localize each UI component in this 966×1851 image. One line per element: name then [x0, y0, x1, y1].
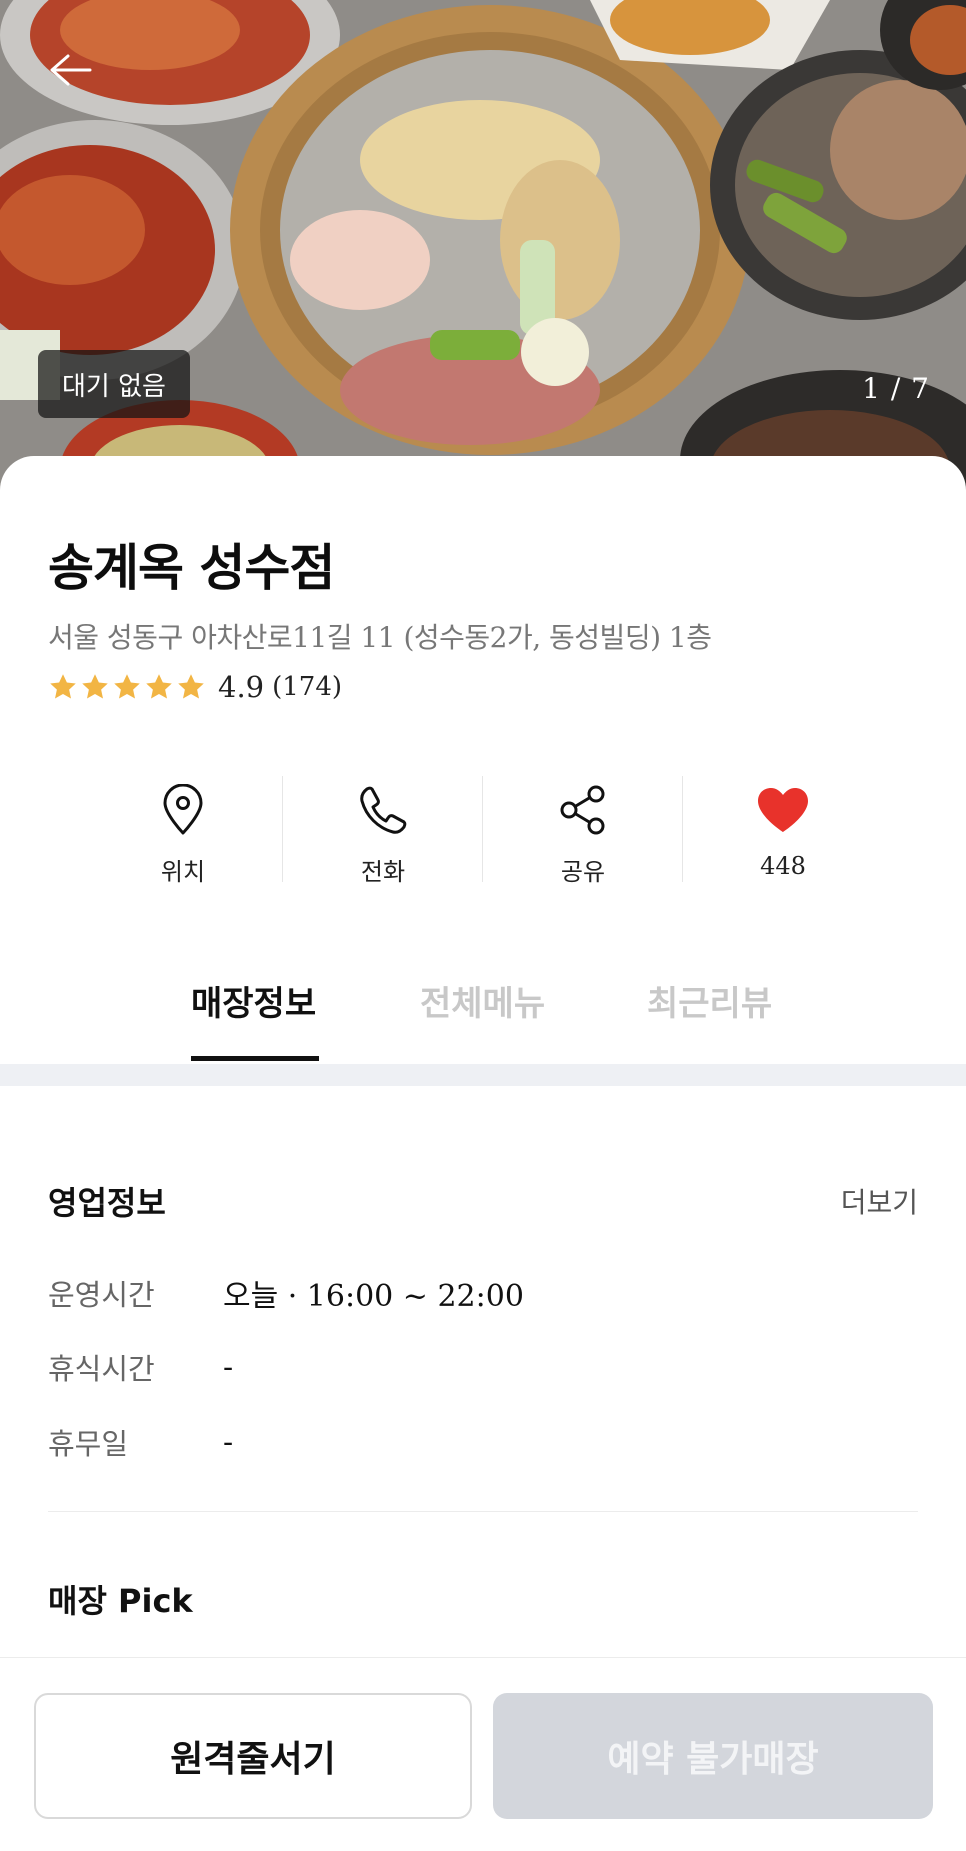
star-icon — [114, 674, 140, 699]
store-name: 송계옥 성수점 — [48, 539, 335, 597]
tab-bar: 매장정보 전체메뉴 최근리뷰 — [0, 976, 966, 1064]
location-label: 위치 — [160, 858, 206, 886]
store-pick-title: 매장 Pick — [48, 1582, 193, 1620]
call-button[interactable]: 전화 — [283, 776, 483, 896]
business-info-title: 영업정보 — [48, 1184, 166, 1222]
info-row-closed-days: 휴무일 - — [48, 1421, 233, 1463]
tab-store-info[interactable]: 매장정보 — [191, 976, 316, 1064]
location-pin-icon — [163, 784, 203, 835]
review-count: (174) — [272, 672, 343, 702]
info-row-break: 휴식시간 - — [48, 1346, 233, 1388]
location-button[interactable]: 위치 — [83, 776, 283, 896]
more-link[interactable]: 더보기 — [841, 1181, 918, 1221]
star-icon — [178, 674, 204, 699]
section-divider — [0, 1064, 966, 1086]
store-detail-sheet: 송계옥 성수점 서울 성동구 아차산로11길 11 (성수동2가, 동성빌딩) … — [0, 456, 966, 1851]
share-icon — [560, 785, 605, 835]
phone-icon — [360, 786, 407, 834]
photo-page-counter: 1 / 7 — [862, 372, 930, 405]
reservation-unavailable-button: 예약 불가매장 — [493, 1693, 933, 1819]
divider-line — [48, 1511, 918, 1512]
info-key: 운영시간 — [48, 1278, 155, 1312]
back-button[interactable] — [40, 40, 100, 100]
rating-score: 4.9 — [218, 670, 265, 704]
heart-icon — [758, 788, 808, 832]
share-button[interactable]: 공유 — [483, 776, 683, 896]
tab-full-menu[interactable]: 전체메뉴 — [420, 976, 545, 1064]
info-value: - — [223, 1349, 234, 1385]
action-bar: 위치 전화 공유 448 — [83, 776, 883, 896]
star-icon — [50, 674, 76, 699]
active-tab-indicator — [191, 1056, 319, 1061]
tab-recent-reviews[interactable]: 최근리뷰 — [647, 976, 772, 1064]
wait-status-badge: 대기 없음 — [38, 350, 190, 418]
info-value: - — [223, 1424, 234, 1460]
call-label: 전화 — [360, 858, 406, 886]
remote-queue-button[interactable]: 원격줄서기 — [34, 1693, 472, 1819]
star-icon — [146, 674, 172, 699]
info-key: 휴무일 — [48, 1427, 129, 1461]
share-label: 공유 — [560, 858, 606, 886]
info-row-hours: 운영시간 오늘 · 16:00 ~ 22:00 — [48, 1271, 524, 1315]
info-key: 휴식시간 — [48, 1352, 155, 1386]
rating-stars — [48, 672, 206, 702]
store-food-photo — [0, 0, 966, 500]
star-icon — [82, 674, 108, 699]
store-address: 서울 성동구 아차산로11길 11 (성수동2가, 동성빌딩) 1층 — [48, 621, 712, 654]
info-value: 오늘 · 16:00 ~ 22:00 — [223, 1279, 524, 1314]
like-count: 448 — [760, 852, 806, 880]
like-button[interactable]: 448 — [683, 776, 883, 896]
arrow-left-icon — [50, 54, 92, 86]
store-photo-carousel[interactable]: 대기 없음 1 / 7 — [0, 0, 966, 500]
bottom-action-bar: 원격줄서기 예약 불가매장 — [0, 1657, 966, 1851]
store-rating: 4.9 (174) — [48, 670, 342, 704]
